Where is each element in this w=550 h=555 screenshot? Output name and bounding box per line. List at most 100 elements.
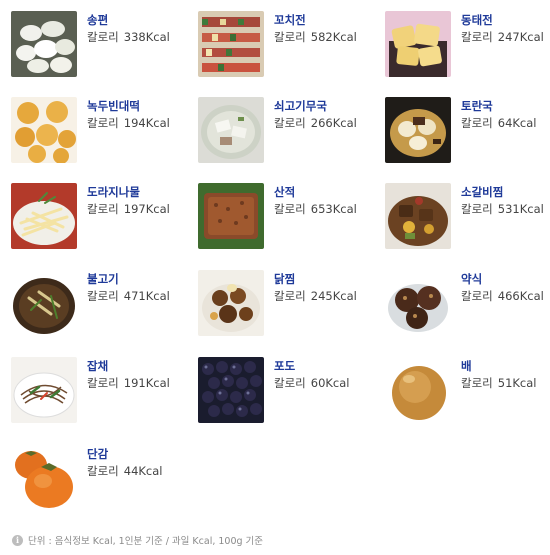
calorie-label: 칼로리 (274, 289, 306, 303)
calorie-label: 칼로리 (87, 464, 119, 478)
yaksik-photo[interactable] (385, 270, 451, 336)
food-name[interactable]: 토란국 (461, 98, 493, 114)
food-item-beef-radish-soup[interactable]: 쇠고기무국 칼로리 266Kcal (187, 86, 367, 163)
kkochijeon-photo[interactable] (198, 11, 264, 77)
food-item-grapes[interactable]: 포도 칼로리 60Kcal (187, 346, 367, 423)
unit-footnote: i 단위 : 음식정보 Kcal, 1인분 기준 / 과일 Kcal, 100g… (12, 533, 263, 547)
food-calorie: 칼로리 466Kcal (461, 288, 544, 304)
info-icon: i (12, 534, 23, 546)
food-name[interactable]: 산적 (274, 184, 295, 200)
food-calorie: 칼로리 531Kcal (461, 201, 544, 217)
food-calorie: 칼로리 582Kcal (274, 29, 357, 45)
calorie-value: 64Kcal (497, 116, 537, 130)
calorie-value: 466Kcal (497, 289, 544, 303)
food-calorie: 칼로리 247Kcal (461, 29, 544, 45)
calorie-value: 197Kcal (123, 202, 170, 216)
calorie-label: 칼로리 (274, 30, 306, 44)
calorie-value: 338Kcal (123, 30, 170, 44)
sanjeok-photo[interactable] (198, 183, 264, 249)
food-calorie: 칼로리 266Kcal (274, 115, 357, 131)
taro-soup-photo[interactable] (385, 97, 451, 163)
food-item-pear[interactable]: 배 칼로리 51Kcal (374, 346, 550, 423)
calorie-value: 653Kcal (310, 202, 357, 216)
food-calorie: 칼로리 64Kcal (461, 115, 537, 131)
calorie-value: 582Kcal (310, 30, 357, 44)
calorie-value: 247Kcal (497, 30, 544, 44)
food-item-taro-soup[interactable]: 토란국 칼로리 64Kcal (374, 86, 550, 163)
calorie-label: 칼로리 (87, 116, 119, 130)
food-name[interactable]: 소갈비찜 (461, 184, 503, 200)
food-item-kkochijeon[interactable]: 꼬치전 칼로리 582Kcal (187, 0, 367, 77)
songpyeon-photo[interactable] (11, 11, 77, 77)
food-name[interactable]: 닭찜 (274, 271, 295, 287)
food-name[interactable]: 쇠고기무국 (274, 98, 327, 114)
food-item-bulgogi[interactable]: 불고기 칼로리 471Kcal (0, 259, 180, 336)
calorie-value: 531Kcal (497, 202, 544, 216)
food-calorie: 칼로리 191Kcal (87, 375, 170, 391)
food-item-dakjjim[interactable]: 닭찜 칼로리 245Kcal (187, 259, 367, 336)
calorie-label: 칼로리 (461, 376, 493, 390)
food-calorie: 칼로리 60Kcal (274, 375, 350, 391)
food-name[interactable]: 약식 (461, 271, 482, 287)
calorie-label: 칼로리 (87, 376, 119, 390)
calorie-label: 칼로리 (461, 30, 493, 44)
calorie-label: 칼로리 (87, 30, 119, 44)
footnote-text: 단위 : 음식정보 Kcal, 1인분 기준 / 과일 Kcal, 100g 기… (28, 536, 264, 547)
food-name[interactable]: 포도 (274, 358, 295, 374)
calorie-label: 칼로리 (461, 289, 493, 303)
calorie-label: 칼로리 (461, 116, 493, 130)
galbijjim-photo[interactable] (385, 183, 451, 249)
food-item-sanjeok[interactable]: 산적 칼로리 653Kcal (187, 172, 367, 249)
food-calorie: 칼로리 653Kcal (274, 201, 357, 217)
food-name[interactable]: 도라지나물 (87, 184, 140, 200)
calorie-label: 칼로리 (274, 116, 306, 130)
food-item-dongtaejeon[interactable]: 동태전 칼로리 247Kcal (374, 0, 550, 77)
food-name[interactable]: 꼬치전 (274, 12, 306, 28)
food-name[interactable]: 불고기 (87, 271, 119, 287)
calorie-label: 칼로리 (274, 202, 306, 216)
food-item-songpyeon[interactable]: 송편 칼로리 338Kcal (0, 0, 180, 77)
calorie-value: 60Kcal (310, 376, 350, 390)
food-name[interactable]: 동태전 (461, 12, 493, 28)
food-name[interactable]: 녹두빈대떡 (87, 98, 140, 114)
grapes-photo[interactable] (198, 357, 264, 423)
calorie-label: 칼로리 (274, 376, 306, 390)
calorie-value: 194Kcal (123, 116, 170, 130)
calorie-value: 191Kcal (123, 376, 170, 390)
beef-radish-soup-photo[interactable] (198, 97, 264, 163)
food-item-galbijjim[interactable]: 소갈비찜 칼로리 531Kcal (374, 172, 550, 249)
food-item-bindaetteok[interactable]: 녹두빈대떡 칼로리 194Kcal (0, 86, 180, 163)
calorie-value: 245Kcal (310, 289, 357, 303)
dakjjim-photo[interactable] (198, 270, 264, 336)
bulgogi-photo[interactable] (11, 270, 77, 336)
persimmon-photo[interactable] (11, 445, 77, 511)
food-item-japchae[interactable]: 잡채 칼로리 191Kcal (0, 346, 180, 423)
food-calorie: 칼로리 44Kcal (87, 463, 163, 479)
calorie-label: 칼로리 (87, 289, 119, 303)
food-name[interactable]: 송편 (87, 12, 108, 28)
calorie-value: 471Kcal (123, 289, 170, 303)
calorie-value: 44Kcal (123, 464, 163, 478)
calorie-label: 칼로리 (87, 202, 119, 216)
food-item-persimmon[interactable]: 단감 칼로리 44Kcal (0, 434, 180, 511)
food-calorie: 칼로리 471Kcal (87, 288, 170, 304)
bindaetteok-photo[interactable] (11, 97, 77, 163)
food-calorie: 칼로리 338Kcal (87, 29, 170, 45)
food-calorie: 칼로리 51Kcal (461, 375, 537, 391)
calorie-value: 51Kcal (497, 376, 537, 390)
food-calorie-grid: 송편 칼로리 338Kcal 꼬치전 칼로리 582Kcal 동태전 칼로리 2… (0, 0, 550, 530)
pear-photo[interactable] (385, 357, 451, 423)
food-item-doraji-namul[interactable]: 도라지나물 칼로리 197Kcal (0, 172, 180, 249)
food-item-yaksik[interactable]: 약식 칼로리 466Kcal (374, 259, 550, 336)
food-name[interactable]: 잡채 (87, 358, 108, 374)
food-calorie: 칼로리 194Kcal (87, 115, 170, 131)
food-name[interactable]: 배 (461, 358, 472, 374)
doraji-namul-photo[interactable] (11, 183, 77, 249)
food-calorie: 칼로리 245Kcal (274, 288, 357, 304)
dongtaejeon-photo[interactable] (385, 11, 451, 77)
food-calorie: 칼로리 197Kcal (87, 201, 170, 217)
japchae-photo[interactable] (11, 357, 77, 423)
calorie-label: 칼로리 (461, 202, 493, 216)
food-name[interactable]: 단감 (87, 446, 108, 462)
calorie-value: 266Kcal (310, 116, 357, 130)
